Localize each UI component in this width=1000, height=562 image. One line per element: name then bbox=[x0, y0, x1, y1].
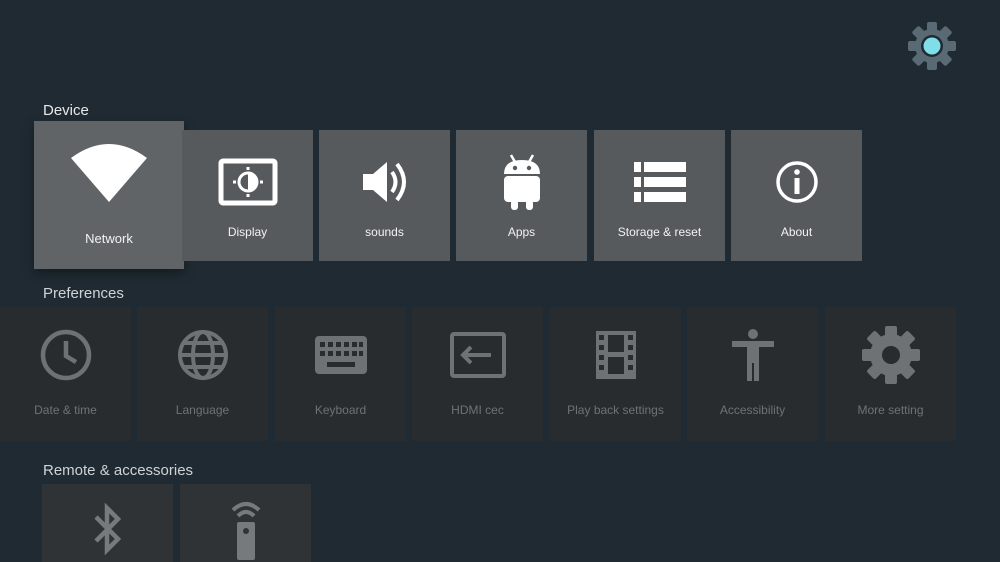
tile-about[interactable]: About bbox=[731, 130, 862, 261]
gear-icon bbox=[825, 325, 956, 385]
film-icon bbox=[550, 325, 681, 385]
tile-keyboard[interactable]: Keyboard bbox=[275, 307, 406, 441]
tile-label: Accessibility bbox=[719, 403, 786, 417]
speaker-icon bbox=[319, 152, 450, 212]
settings-gear-icon[interactable] bbox=[906, 20, 958, 72]
info-icon bbox=[731, 152, 862, 212]
tile-network[interactable]: Network bbox=[34, 121, 184, 269]
display-icon bbox=[182, 152, 313, 212]
tile-more-setting[interactable]: More setting bbox=[825, 307, 956, 441]
tile-label: Storage & reset bbox=[617, 225, 702, 239]
tile-label: HDMI cec bbox=[451, 403, 504, 417]
tile-label: Play back settings bbox=[567, 403, 664, 417]
tile-display[interactable]: Display bbox=[182, 130, 313, 261]
tile-apps[interactable]: Apps bbox=[456, 130, 587, 261]
tile-label: sounds bbox=[365, 225, 404, 239]
tile-label: Apps bbox=[507, 225, 536, 239]
tile-playback-settings[interactable]: Play back settings bbox=[550, 307, 681, 441]
tile-label: More setting bbox=[857, 403, 924, 417]
tile-accessibility[interactable]: Accessibility bbox=[687, 307, 818, 441]
wifi-icon bbox=[34, 141, 184, 207]
bluetooth-icon bbox=[42, 496, 173, 562]
android-icon bbox=[456, 152, 587, 212]
remote-control-icon bbox=[180, 496, 311, 562]
tile-hdmi-cec[interactable]: HDMI cec bbox=[412, 307, 543, 441]
storage-icon bbox=[594, 152, 725, 212]
keyboard-icon bbox=[275, 325, 406, 385]
tile-sounds[interactable]: sounds bbox=[319, 130, 450, 261]
tile-bluetooth[interactable] bbox=[42, 484, 173, 562]
tile-date-time[interactable]: Date & time bbox=[0, 307, 131, 441]
tile-remote-control[interactable] bbox=[180, 484, 311, 562]
tile-storage-reset[interactable]: Storage & reset bbox=[594, 130, 725, 261]
tile-language[interactable]: Language bbox=[137, 307, 268, 441]
clock-icon bbox=[0, 325, 131, 385]
section-label-remote-accessories: Remote & accessories bbox=[43, 462, 194, 479]
tile-label: About bbox=[780, 225, 813, 239]
input-icon bbox=[412, 325, 543, 385]
section-label-preferences: Preferences bbox=[43, 285, 124, 302]
section-label-device: Device bbox=[43, 102, 89, 119]
tile-label: Network bbox=[85, 231, 133, 246]
accessibility-icon bbox=[687, 325, 818, 385]
globe-icon bbox=[137, 325, 268, 385]
tile-label: Keyboard bbox=[314, 403, 367, 417]
tile-label: Date & time bbox=[34, 403, 97, 417]
tile-label: Display bbox=[227, 225, 268, 239]
tile-label: Language bbox=[175, 403, 230, 417]
